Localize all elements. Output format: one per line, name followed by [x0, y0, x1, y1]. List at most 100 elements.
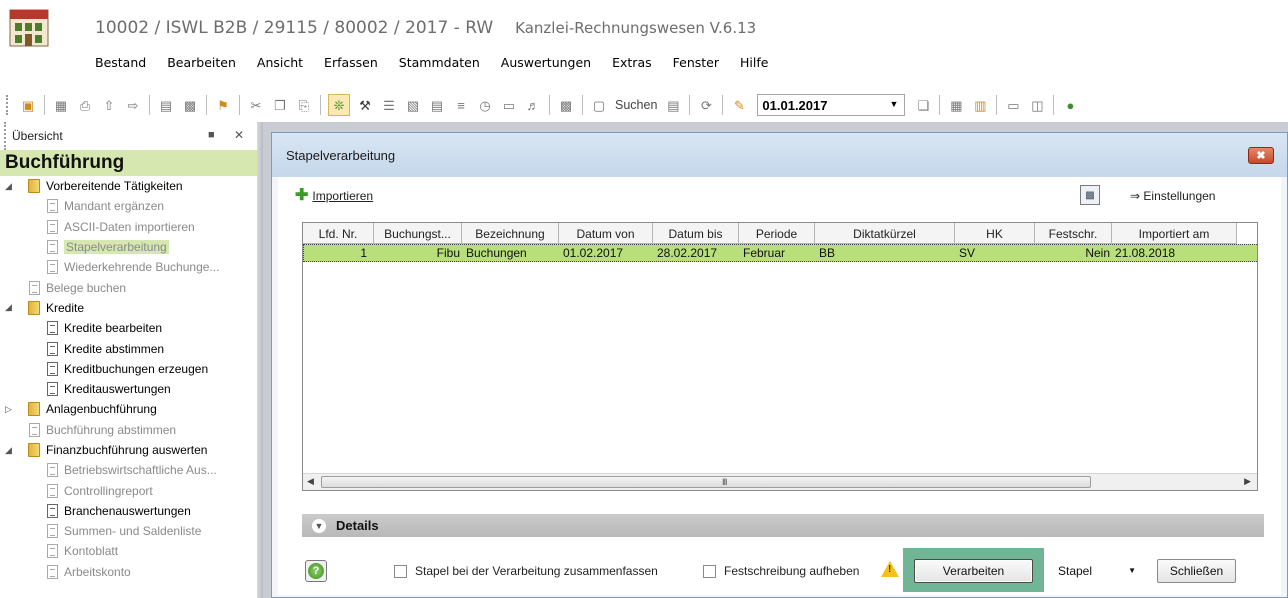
menu-fenster[interactable]: Fenster: [673, 55, 719, 70]
close-icon[interactable]: ✕: [234, 128, 244, 142]
list-icon[interactable]: ☰: [380, 96, 398, 114]
menu-stammdaten[interactable]: Stammdaten: [399, 55, 480, 70]
column-header[interactable]: HK: [955, 223, 1035, 244]
table-row[interactable]: 1 Fibu Buchungen 01.02.2017 28.02.2017 Februa…: [303, 244, 1257, 262]
folder-icon[interactable]: ▭: [1004, 96, 1022, 114]
tree-item[interactable]: ▷ Anlagenbuchführung: [0, 399, 257, 419]
column-header[interactable]: Diktatkürzel: [815, 223, 955, 244]
menu-ansicht[interactable]: Ansicht: [257, 55, 303, 70]
collapse-arrow-icon[interactable]: ◢: [5, 302, 12, 313]
card-icon[interactable]: ▭: [500, 96, 518, 114]
collapse-arrow-icon[interactable]: ◢: [5, 181, 12, 192]
menu-auswertungen[interactable]: Auswertungen: [501, 55, 591, 70]
tree-item[interactable]: Belege buchen: [0, 277, 257, 297]
menu-bearbeiten[interactable]: Bearbeiten: [167, 55, 236, 70]
stamp-icon[interactable]: ♬: [524, 96, 542, 114]
menu-erfassen[interactable]: Erfassen: [324, 55, 378, 70]
menu-extras[interactable]: Extras: [612, 55, 652, 70]
column-header[interactable]: Buchungst...: [374, 223, 462, 244]
tree-item[interactable]: Kredite bearbeiten: [0, 318, 257, 338]
arrow-right-icon[interactable]: ⇨: [124, 96, 142, 114]
tree-item[interactable]: Stapelverarbeitung: [0, 237, 257, 257]
layout-icon[interactable]: ▩: [181, 96, 199, 114]
process-button[interactable]: Verarbeiten: [914, 559, 1033, 583]
numbered-list-icon[interactable]: ≡: [452, 96, 470, 114]
tree-item[interactable]: ◢ Kredite: [0, 298, 257, 318]
column-header[interactable]: Festschr.: [1035, 223, 1112, 244]
folder-icon: [27, 402, 41, 417]
help-button[interactable]: ?: [305, 560, 327, 582]
column-header[interactable]: Importiert am: [1112, 223, 1237, 244]
scroll-left-icon[interactable]: ◀: [307, 476, 314, 487]
tree-item[interactable]: Kontoblatt: [0, 541, 257, 561]
preview-icon[interactable]: ▩: [1080, 185, 1100, 205]
tree-item[interactable]: Summen- und Saldenliste: [0, 521, 257, 541]
collapse-arrow-icon[interactable]: ◢: [5, 445, 12, 456]
document-icon[interactable]: ▤: [428, 96, 446, 114]
tree-item[interactable]: Betriebswirtschaftliche Aus...: [0, 460, 257, 480]
import-button[interactable]: ✚ Importieren: [295, 188, 373, 204]
open-folder-icon[interactable]: ▣: [19, 96, 37, 114]
column-header[interactable]: Datum bis: [653, 223, 739, 244]
book-icon[interactable]: ◫: [1028, 96, 1046, 114]
settings-button[interactable]: ⇒ Einstellungen: [1130, 189, 1215, 203]
globe-icon[interactable]: ●: [1061, 96, 1079, 114]
column-header[interactable]: Lfd. Nr.: [303, 223, 374, 244]
tree-item[interactable]: Kreditbuchungen erzeugen: [0, 359, 257, 379]
tree-item[interactable]: Branchenauswertungen: [0, 501, 257, 521]
calendar-edit-icon[interactable]: ✎: [730, 96, 748, 114]
grid-icon[interactable]: ▧: [404, 96, 422, 114]
tree-item[interactable]: Kreditauswertungen: [0, 379, 257, 399]
column-header[interactable]: Bezeichnung: [462, 223, 559, 244]
tree-item[interactable]: Kredite abstimmen: [0, 338, 257, 358]
wrench-icon[interactable]: ⚒: [356, 96, 374, 114]
column-header[interactable]: Datum von: [559, 223, 653, 244]
unlock-posting-checkbox[interactable]: [703, 565, 716, 578]
calculator-icon[interactable]: ▦: [947, 96, 965, 114]
horizontal-scrollbar[interactable]: ◀ III ▶: [303, 473, 1257, 490]
menu-bestand[interactable]: Bestand: [95, 55, 146, 70]
menu-hilfe[interactable]: Hilfe: [740, 55, 768, 70]
table-cell: 1: [360, 246, 367, 260]
copy-icon[interactable]: ❐: [271, 96, 289, 114]
chevron-down-icon[interactable]: ▼: [889, 99, 898, 109]
details-expander[interactable]: ▼ Details: [302, 514, 1264, 537]
scrollbar-thumb[interactable]: III: [321, 476, 1091, 488]
filter-icon[interactable]: ▤: [664, 96, 682, 114]
tree-item[interactable]: ◢ Finanzbuchführung auswerten: [0, 440, 257, 460]
expand-arrow-icon[interactable]: ▷: [5, 404, 12, 415]
tree-item[interactable]: Arbeitskonto: [0, 562, 257, 582]
combine-batch-checkbox[interactable]: [394, 565, 407, 578]
print-icon[interactable]: ⎙: [76, 96, 94, 114]
date-combobox[interactable]: 01.01.2017 ▼: [757, 94, 906, 116]
documents-icon[interactable]: ❏: [914, 96, 932, 114]
tools-icon[interactable]: ⚑: [214, 96, 232, 114]
cut-icon[interactable]: ✂: [247, 96, 265, 114]
save-icon[interactable]: ▦: [52, 96, 70, 114]
tree-icon[interactable]: ❊: [328, 94, 350, 116]
pin-icon[interactable]: ■: [208, 129, 215, 141]
folder-icon: [27, 443, 41, 458]
close-button[interactable]: Schließen: [1157, 559, 1236, 583]
panel-splitter[interactable]: [257, 122, 263, 598]
tree-item[interactable]: Mandant ergänzen: [0, 196, 257, 216]
paste-icon[interactable]: ⎘: [295, 96, 313, 114]
chart-icon[interactable]: ▥: [971, 96, 989, 114]
arrow-up-icon[interactable]: ⇧: [100, 96, 118, 114]
search-window-icon[interactable]: ▢: [590, 96, 608, 114]
column-header[interactable]: Periode: [739, 223, 815, 244]
tree-item[interactable]: ASCII-Daten importieren: [0, 217, 257, 237]
search-button[interactable]: Suchen: [615, 98, 657, 112]
toolbar-grip[interactable]: [6, 95, 10, 115]
dialog-close-button[interactable]: ✖: [1248, 147, 1274, 164]
tree-item[interactable]: Buchführung abstimmen: [0, 420, 257, 440]
tree-item[interactable]: Wiederkehrende Buchunge...: [0, 257, 257, 277]
batch-dropdown-button[interactable]: Stapel ▼: [1048, 559, 1142, 583]
refresh-icon[interactable]: ⟳: [697, 96, 715, 114]
tree-item[interactable]: Controllingreport: [0, 480, 257, 500]
clock-icon[interactable]: ◷: [476, 96, 494, 114]
report-icon[interactable]: ▩: [557, 96, 575, 114]
window-icon[interactable]: ▤: [157, 96, 175, 114]
scroll-right-icon[interactable]: ▶: [1244, 476, 1251, 487]
tree-item[interactable]: ◢ Vorbereitende Tätigkeiten: [0, 176, 257, 196]
